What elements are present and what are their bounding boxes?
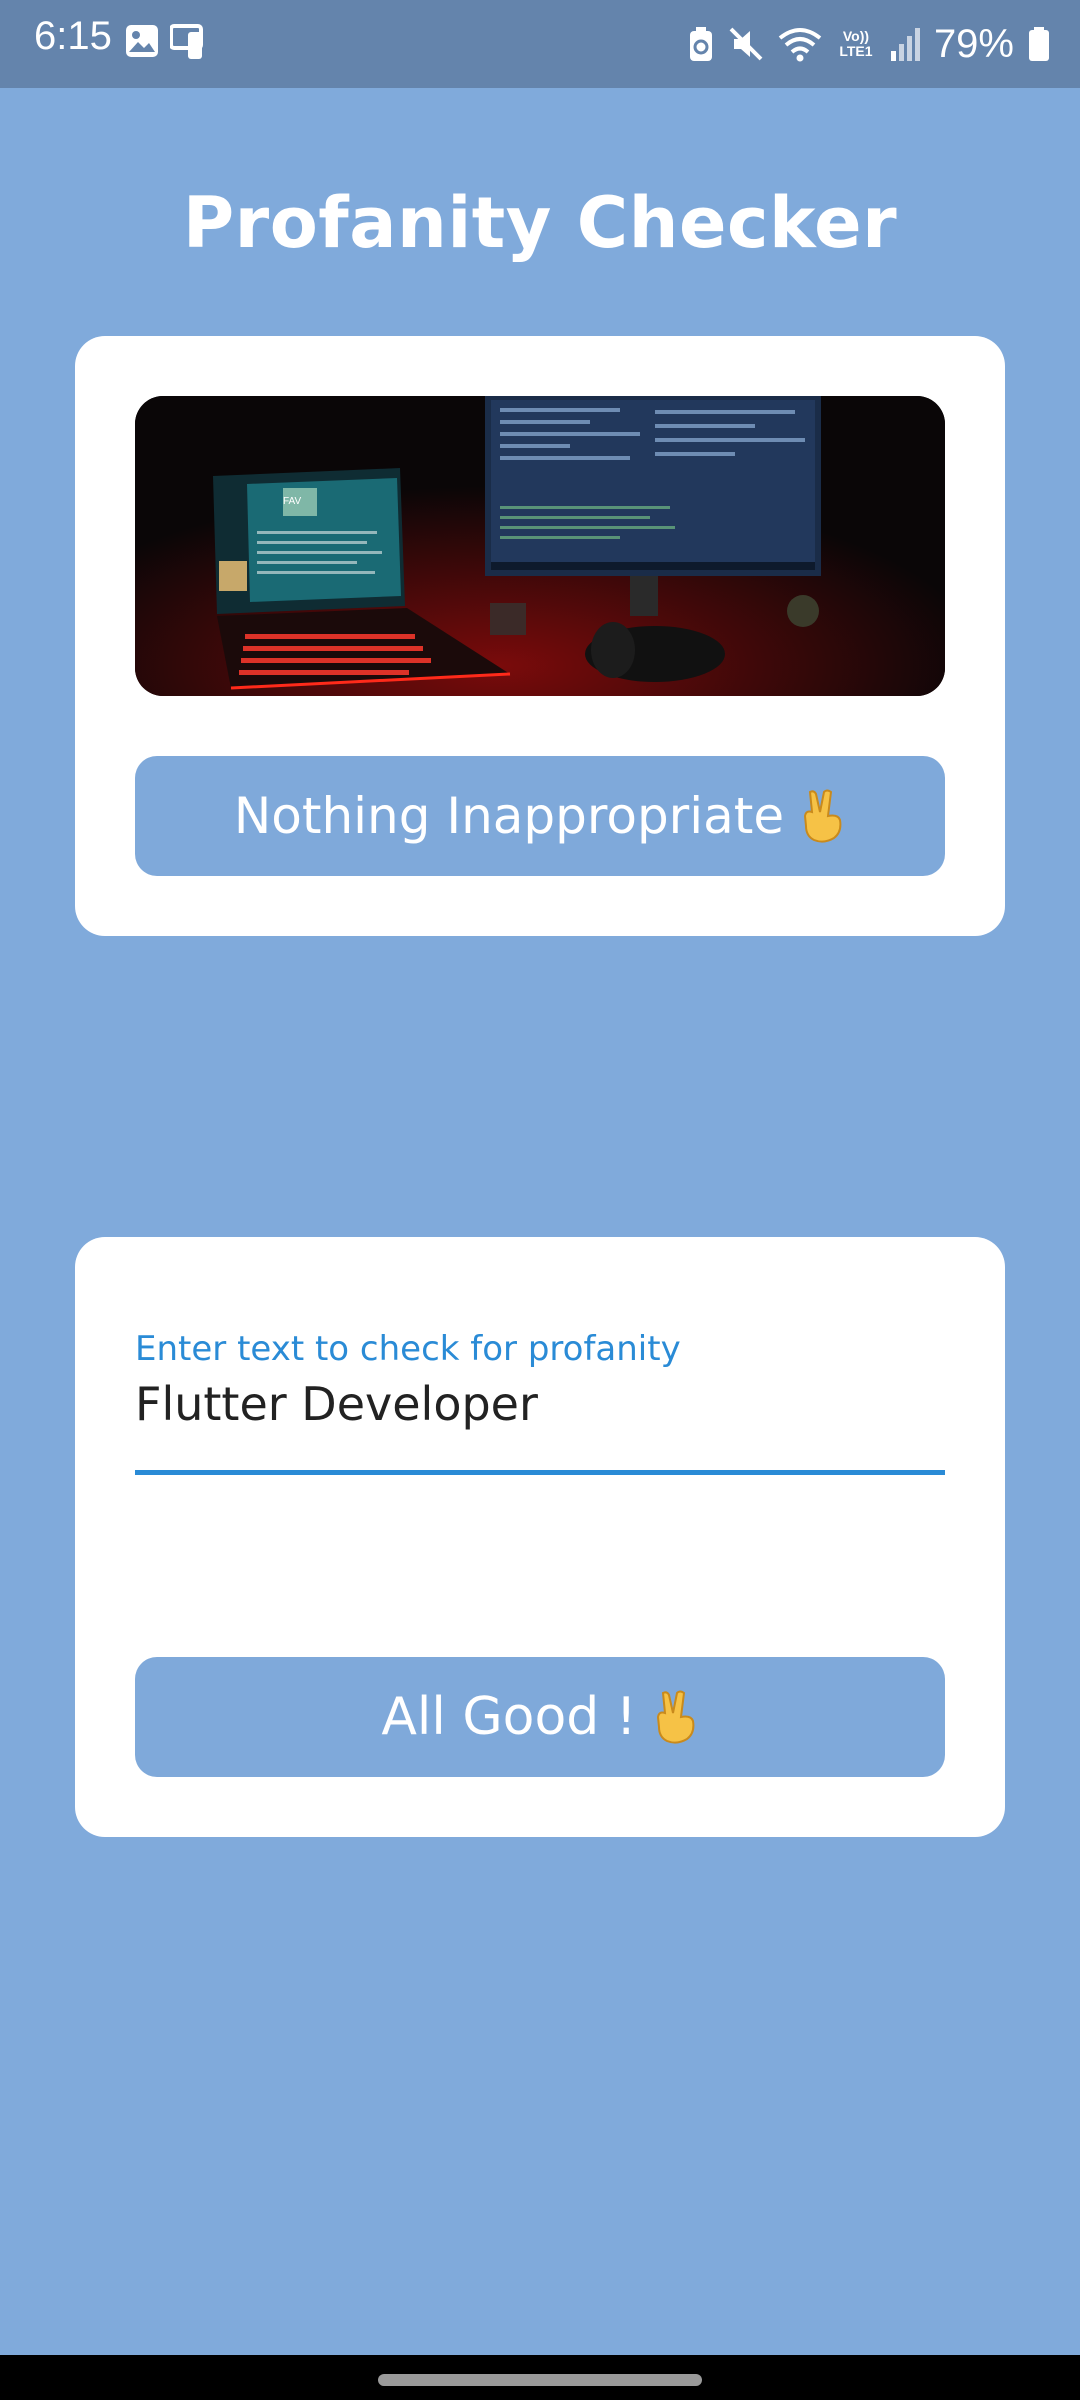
checked-photo[interactable]: FAV [135,396,945,696]
desk-setup-photo: FAV [135,396,945,696]
text-result-button[interactable]: All Good ! [135,1657,945,1777]
status-bar: 6:15 Vo)) LTE1 79% [0,0,1080,88]
image-check-card: FAV Nothing Inappropriate [75,336,1005,936]
wifi-icon [778,28,822,62]
battery-icon [1029,27,1049,61]
image-result-button[interactable]: Nothing Inappropriate [135,756,945,876]
home-gesture-handle[interactable] [378,2374,702,2386]
text-field-label: Enter text to check for profanity [135,1329,681,1369]
victory-hand-icon [804,789,842,843]
photo-caption: FAV [283,496,301,507]
mute-icon [729,27,763,61]
screen-mirror-icon [170,24,203,59]
input-underline [135,1470,945,1475]
image-icon [126,25,158,57]
battery-percent: 79% [933,21,1014,66]
text-result-label: All Good ! [381,1687,637,1747]
battery-saver-icon [689,27,712,61]
profanity-text-input[interactable]: Flutter Developer [135,1377,538,1431]
status-icons: Vo)) LTE1 79% [688,0,1050,88]
status-time: 6:15 [34,14,112,58]
image-result-label: Nothing Inappropriate [233,787,785,845]
volte-icon: Vo)) LTE1 [839,28,873,59]
victory-hand-icon [656,1690,695,1744]
text-check-card: Enter text to check for profanity Flutte… [75,1237,1005,1837]
signal-icon [890,28,920,61]
page-title: Profanity Checker [182,182,898,264]
